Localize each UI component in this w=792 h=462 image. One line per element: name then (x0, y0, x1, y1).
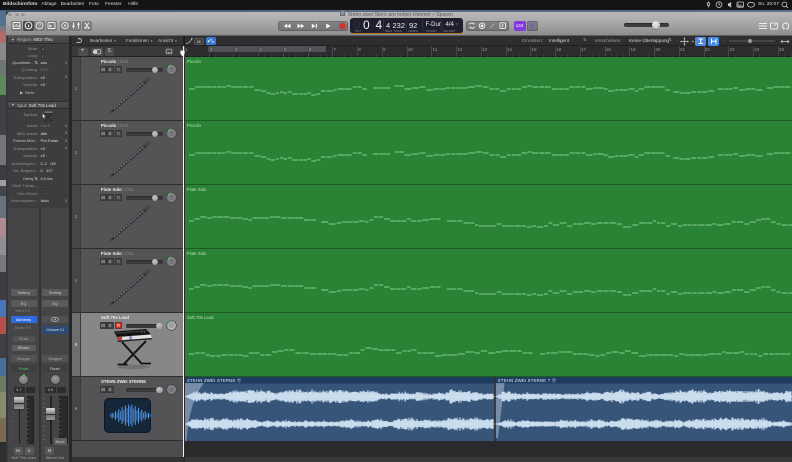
svg-text:Piccolo: Piccolo (187, 123, 201, 128)
svg-text:STEHN ZWEI STERNE 7 Ⓥ: STEHN ZWEI STERNE 7 Ⓥ (498, 377, 557, 384)
svg-text:Flute Solo: Flute Solo (187, 187, 207, 192)
svg-text:Soft 70s Lead: Soft 70s Lead (187, 315, 214, 320)
svg-text:Flute Solo: Flute Solo (187, 251, 207, 256)
svg-text:Piccolo: Piccolo (187, 59, 201, 64)
